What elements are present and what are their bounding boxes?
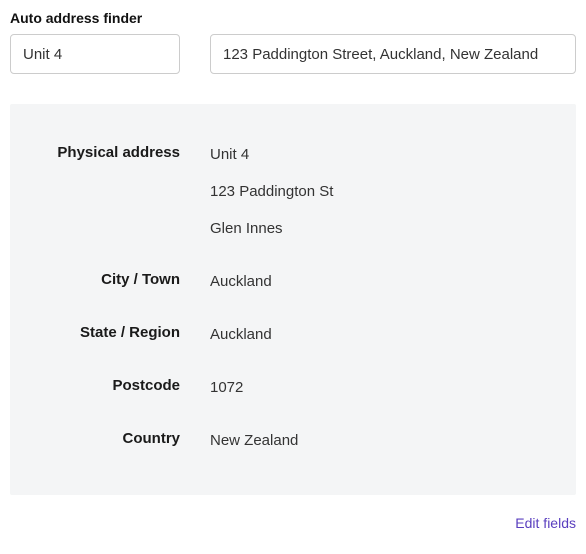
- postcode-row: Postcode 1072: [40, 377, 546, 398]
- city-value: Auckland: [210, 271, 272, 292]
- edit-fields-link[interactable]: Edit fields: [515, 515, 576, 531]
- edit-fields-row: Edit fields: [10, 515, 576, 533]
- physical-address-value: Unit 4 123 Paddington St Glen Innes: [210, 144, 333, 239]
- address-details-panel: Physical address Unit 4 123 Paddington S…: [10, 104, 576, 495]
- address-input[interactable]: [210, 34, 576, 74]
- postcode-label: Postcode: [40, 377, 210, 394]
- country-label: Country: [40, 430, 210, 447]
- physical-address-row: Physical address Unit 4 123 Paddington S…: [40, 144, 546, 239]
- physical-address-line2: 123 Paddington St: [210, 181, 333, 202]
- city-row: City / Town Auckland: [40, 271, 546, 292]
- physical-address-line1: Unit 4: [210, 144, 333, 165]
- address-input-row: [10, 34, 576, 74]
- city-label: City / Town: [40, 271, 210, 288]
- state-value: Auckland: [210, 324, 272, 345]
- postcode-value: 1072: [210, 377, 243, 398]
- physical-address-label: Physical address: [40, 144, 210, 161]
- country-value: New Zealand: [210, 430, 298, 451]
- auto-address-finder-label: Auto address finder: [10, 10, 576, 26]
- physical-address-line3: Glen Innes: [210, 218, 333, 239]
- unit-input[interactable]: [10, 34, 180, 74]
- state-label: State / Region: [40, 324, 210, 341]
- country-row: Country New Zealand: [40, 430, 546, 451]
- state-row: State / Region Auckland: [40, 324, 546, 345]
